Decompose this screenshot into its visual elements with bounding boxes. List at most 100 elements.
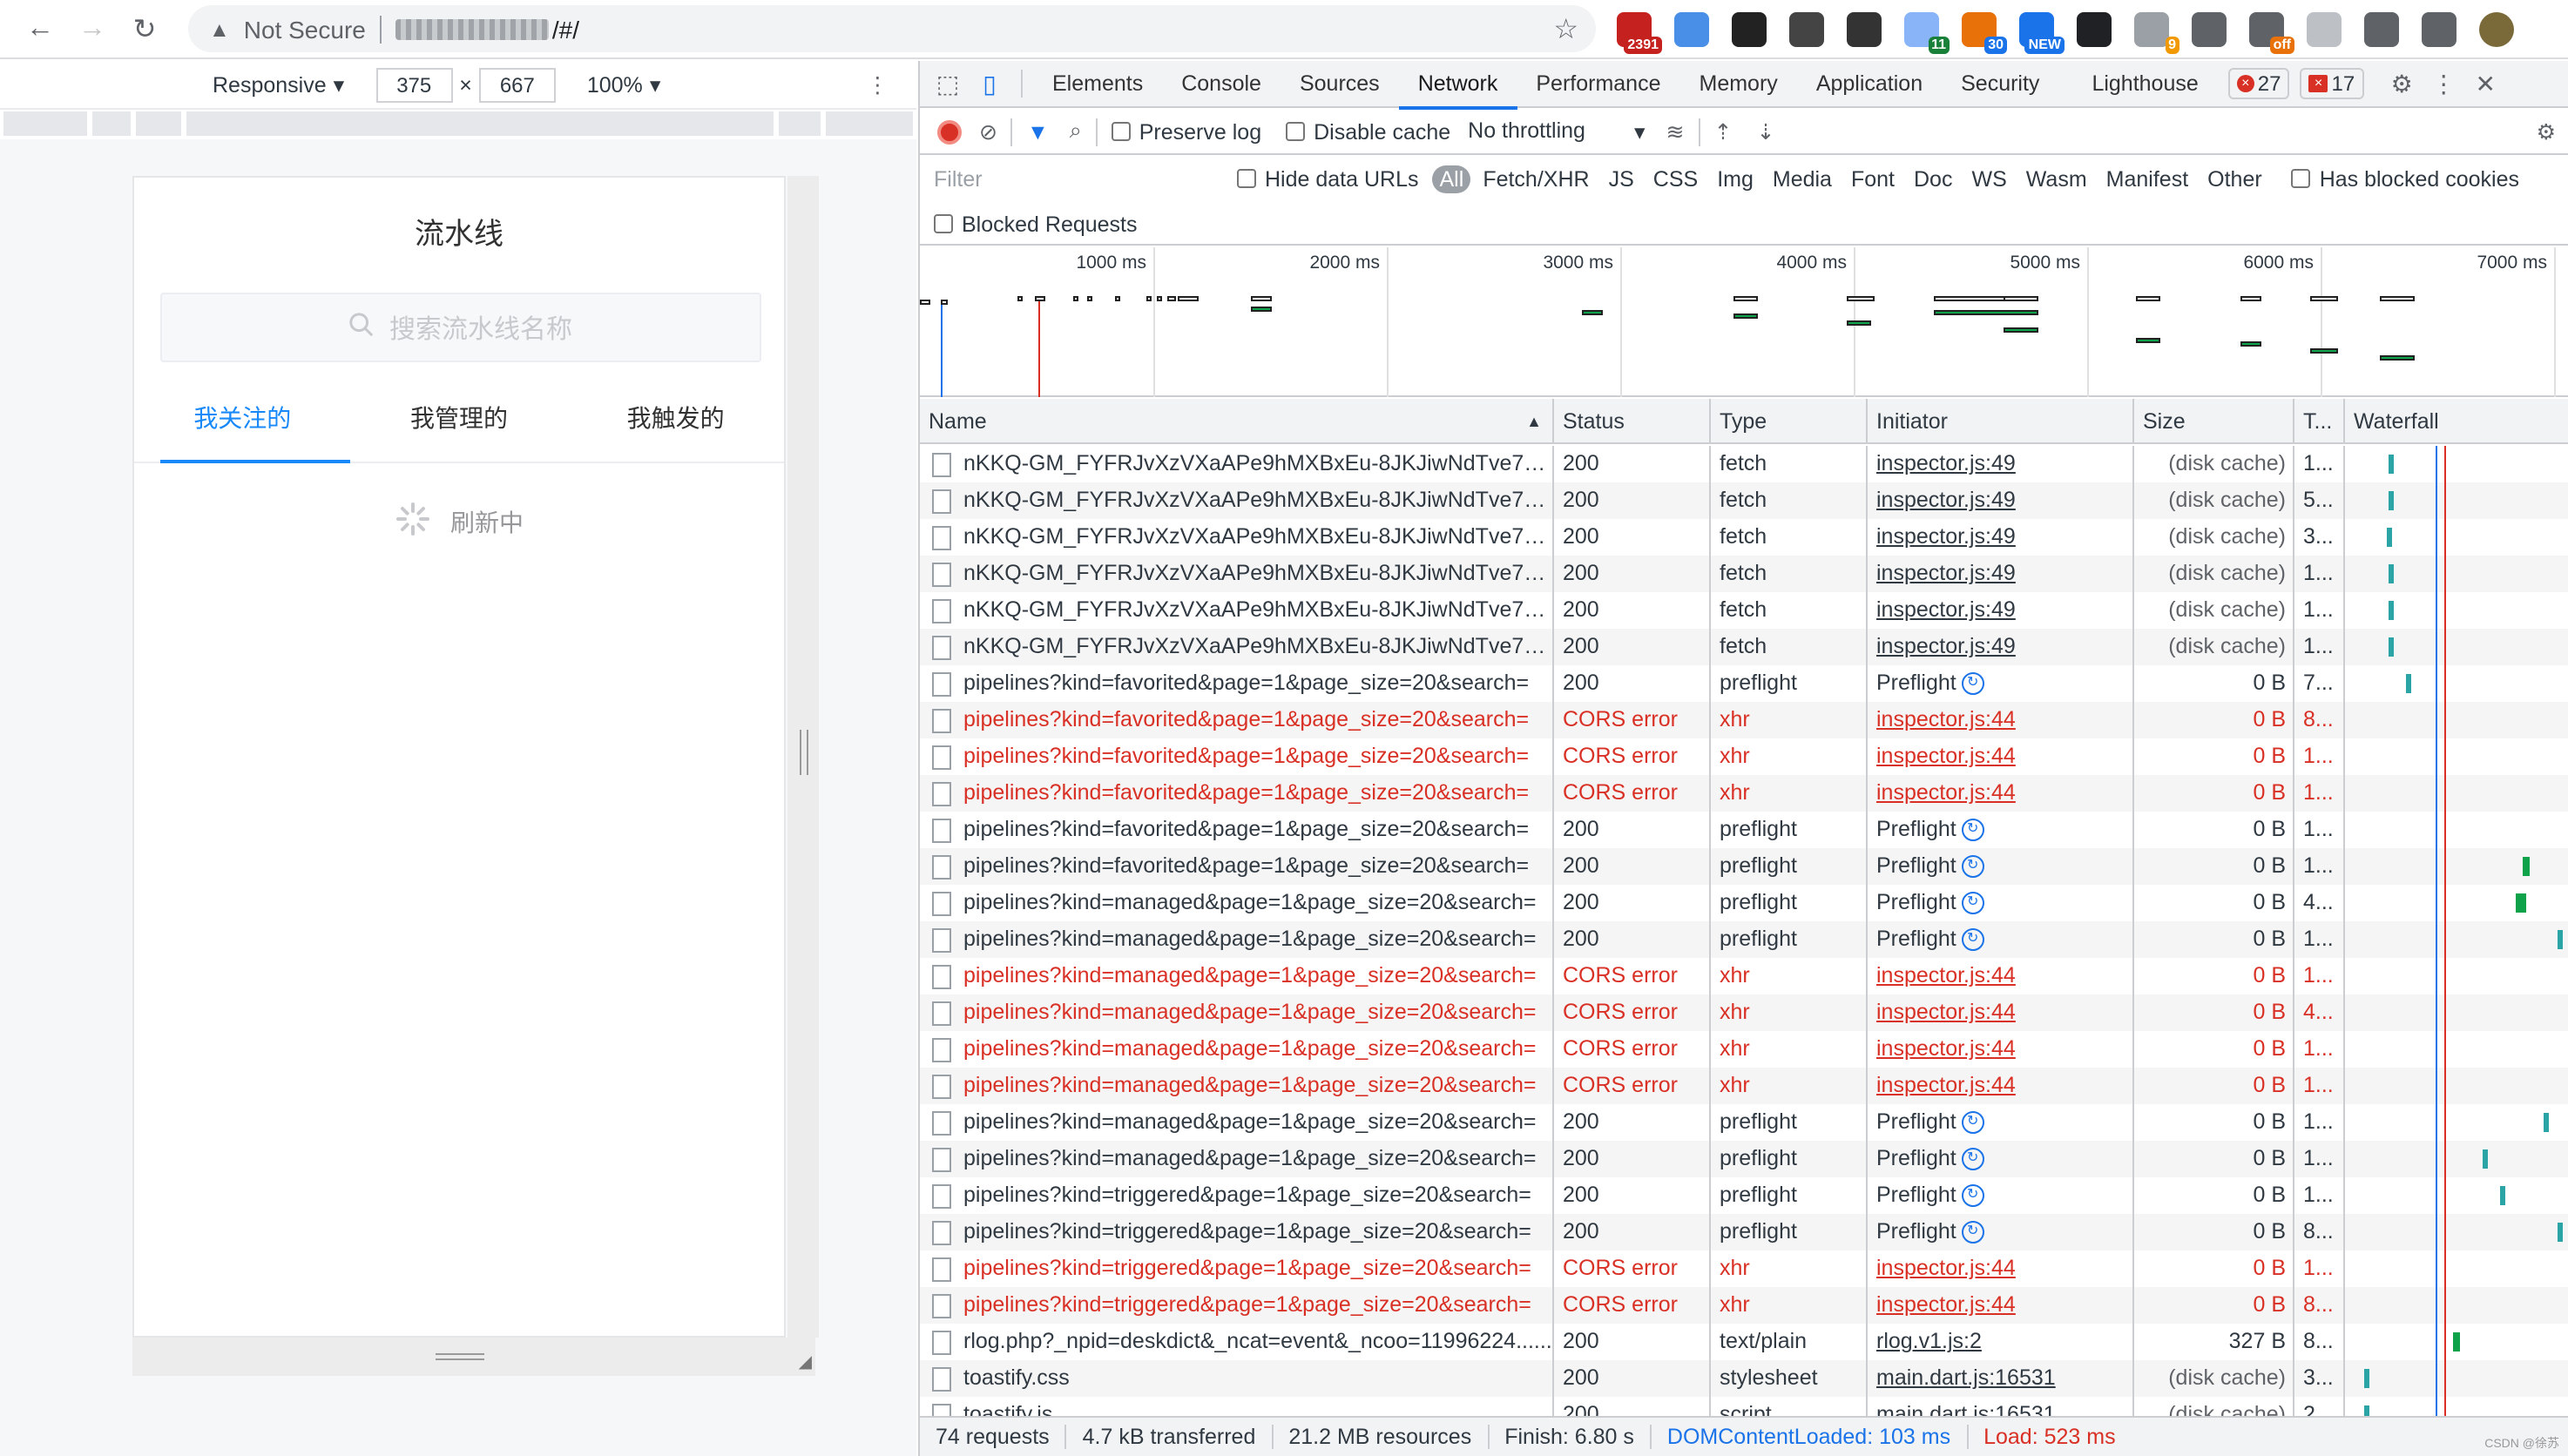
forward-button[interactable]: → (66, 3, 118, 55)
network-overview-timeline[interactable]: 1000 ms 2000 ms 3000 ms 4000 ms 5000 ms 6000 … (920, 247, 2568, 397)
request-row[interactable]: toastify.js 200 script main.dart.js:16531 (d… (920, 1397, 2568, 1416)
throttling-dropdown[interactable]: No throttling ▾ (1468, 118, 1645, 145)
initiator-link[interactable]: inspector.js:44 (1876, 707, 2016, 731)
preflight-link-icon[interactable]: ↻ (1961, 1184, 1984, 1207)
ruler-segment[interactable] (186, 111, 774, 136)
record-button[interactable] (937, 119, 962, 144)
mask-ext-icon[interactable] (2077, 12, 2112, 47)
column-header-initiator[interactable]: Initiator (1868, 399, 2134, 442)
initiator-link[interactable]: inspector.js:49 (1876, 524, 2016, 549)
filter-type-wasm[interactable]: Wasm (2019, 165, 2094, 193)
circle-ext-icon[interactable]: 9 (2134, 12, 2179, 54)
export-har-icon[interactable]: ⇣ (1756, 118, 1774, 145)
back-button[interactable]: ← (14, 3, 66, 55)
request-row[interactable]: pipelines?kind=managed&page=1&page_size=… (920, 1068, 2568, 1104)
initiator-link[interactable]: inspector.js:44 (1876, 744, 2016, 768)
clear-icon[interactable]: ⊘ (979, 118, 997, 145)
initiator-link[interactable]: inspector.js:44 (1876, 963, 2016, 988)
tab-sources[interactable]: Sources (1281, 60, 1399, 107)
request-row[interactable]: pipelines?kind=favorited&page=1&page_siz… (920, 775, 2568, 812)
tab-security[interactable]: Security (1942, 60, 2058, 107)
bookmark-star-icon[interactable]: ☆ (1553, 11, 1578, 46)
a-ext-icon[interactable] (2307, 12, 2342, 47)
tab-performance[interactable]: Performance (1517, 60, 1679, 107)
request-row[interactable]: nKKQ-GM_FYFRJvXzVXaAPe9hMXBxEu-8JKJiwNdT… (920, 629, 2568, 665)
search-input[interactable]: 搜索流水线名称 (160, 293, 761, 362)
filter-input[interactable]: Filter (923, 160, 1216, 199)
filter-type-fetchxhr[interactable]: Fetch/XHR (1476, 165, 1596, 193)
tab-memory[interactable]: Memory (1680, 60, 1797, 107)
settings-gear-icon[interactable]: ⚙ (2381, 60, 2423, 107)
preflight-link-icon[interactable]: ↻ (1961, 892, 1984, 914)
preflight-link-icon[interactable]: ↻ (1961, 1111, 1984, 1134)
preserve-log-checkbox[interactable]: Preserve log (1111, 119, 1261, 144)
reload-button[interactable]: ↻ (118, 3, 171, 55)
tab-application[interactable]: Application (1797, 60, 1942, 107)
request-row[interactable]: nKKQ-GM_FYFRJvXzVXaAPe9hMXBxEu-8JKJiwNdT… (920, 482, 2568, 519)
request-row[interactable]: pipelines?kind=managed&page=1&page_size=… (920, 1031, 2568, 1068)
initiator-link[interactable]: inspector.js:49 (1876, 488, 2016, 512)
tab-console[interactable]: Console (1162, 60, 1281, 107)
devtools-more-icon[interactable]: ⋮ (2423, 60, 2464, 107)
request-row[interactable]: nKKQ-GM_FYFRJvXzVXaAPe9hMXBxEu-8JKJiwNdT… (920, 446, 2568, 482)
initiator-link[interactable]: rlog.v1.js:2 (1876, 1329, 1982, 1353)
filter-type-js[interactable]: JS (1602, 165, 1641, 193)
request-row[interactable]: nKKQ-GM_FYFRJvXzVXaAPe9hMXBxEu-8JKJiwNdT… (920, 592, 2568, 629)
tab-lighthouse[interactable]: Lighthouse (2072, 60, 2217, 107)
request-row[interactable]: pipelines?kind=favorited&page=1&page_siz… (920, 665, 2568, 702)
initiator-link[interactable]: inspector.js:44 (1876, 1256, 2016, 1280)
request-row[interactable]: pipelines?kind=triggered&page=1&page_siz… (920, 1214, 2568, 1250)
inspect-element-icon[interactable]: ⬚ (927, 60, 969, 107)
request-row[interactable]: pipelines?kind=managed&page=1&page_size=… (920, 921, 2568, 958)
ruler-segment[interactable] (3, 111, 87, 136)
spy-ext-icon[interactable] (1732, 12, 1767, 47)
column-header-waterfall[interactable]: Waterfall (2345, 399, 2568, 442)
puzzle-ext-icon[interactable] (2422, 12, 2456, 47)
preflight-link-icon[interactable]: ↻ (1961, 855, 1984, 878)
device-mode-dropdown[interactable]: Responsive ▾ (213, 71, 344, 98)
request-row[interactable]: pipelines?kind=triggered&page=1&page_siz… (920, 1287, 2568, 1324)
ruler-segment[interactable] (91, 111, 131, 136)
filter-type-manifest[interactable]: Manifest (2099, 165, 2196, 193)
initiator-link[interactable]: inspector.js:44 (1876, 780, 2016, 805)
tab-network[interactable]: Network (1398, 60, 1517, 109)
initiator-link[interactable]: main.dart.js:16531 (1876, 1402, 2056, 1416)
preflight-link-icon[interactable]: ↻ (1961, 1148, 1984, 1170)
error-counter[interactable]: × 27 (2227, 68, 2290, 99)
filter-funnel-icon[interactable]: ▼ (1027, 119, 1049, 144)
column-header-size[interactable]: Size (2134, 399, 2294, 442)
blocked-requests-checkbox[interactable]: Blocked Requests (934, 212, 1138, 236)
preflight-link-icon[interactable]: ↻ (1961, 819, 1984, 841)
profile-avatar-icon[interactable] (2479, 12, 2514, 47)
initiator-link[interactable]: inspector.js:49 (1876, 451, 2016, 475)
off-ext-icon[interactable]: off (2249, 12, 2294, 54)
tile-ext-icon[interactable]: 30 (1962, 12, 2007, 54)
ruler-segment[interactable] (826, 111, 913, 136)
initiator-link[interactable]: inspector.js:44 (1876, 1073, 2016, 1097)
filter-type-other[interactable]: Other (2200, 165, 2269, 193)
tab-managed[interactable]: 我管理的 (351, 383, 568, 462)
filter-type-ws[interactable]: WS (1964, 165, 2013, 193)
request-row[interactable]: pipelines?kind=managed&page=1&page_size=… (920, 994, 2568, 1031)
request-row[interactable]: pipelines?kind=managed&page=1&page_size=… (920, 885, 2568, 921)
filter-type-css[interactable]: CSS (1646, 165, 1705, 193)
request-row[interactable]: nKKQ-GM_FYFRJvXzVXaAPe9hMXBxEu-8JKJiwNdT… (920, 556, 2568, 592)
preflight-link-icon[interactable]: ↻ (1961, 1221, 1984, 1244)
initiator-link[interactable]: inspector.js:44 (1876, 1036, 2016, 1061)
device-width-input[interactable]: 375 (375, 67, 453, 102)
h1-ext-icon[interactable] (1789, 12, 1824, 47)
preflight-link-icon[interactable]: ↻ (1961, 672, 1984, 695)
gmail-ext-icon[interactable]: 2391 (1617, 12, 1662, 54)
column-header-name[interactable]: Name ▲ (920, 399, 1554, 442)
request-row[interactable]: pipelines?kind=favorited&page=1&page_siz… (920, 702, 2568, 738)
network-settings-gear-icon[interactable]: ⚙ (2537, 118, 2556, 145)
request-row[interactable]: pipelines?kind=favorited&page=1&page_siz… (920, 812, 2568, 848)
square-ext-icon[interactable] (1847, 12, 1882, 47)
request-row[interactable]: rlog.php?_npid=deskdict&_ncat=event&_nco… (920, 1324, 2568, 1360)
column-header-time[interactable]: T... (2294, 399, 2345, 442)
new-ext-icon[interactable]: NEW (2019, 12, 2065, 54)
search-icon[interactable]: ⌕ (1070, 118, 1082, 145)
zoom-dropdown[interactable]: 100% ▾ (587, 71, 661, 98)
import-har-icon[interactable]: ⇡ (1714, 118, 1733, 145)
initiator-link[interactable]: inspector.js:49 (1876, 597, 2016, 622)
